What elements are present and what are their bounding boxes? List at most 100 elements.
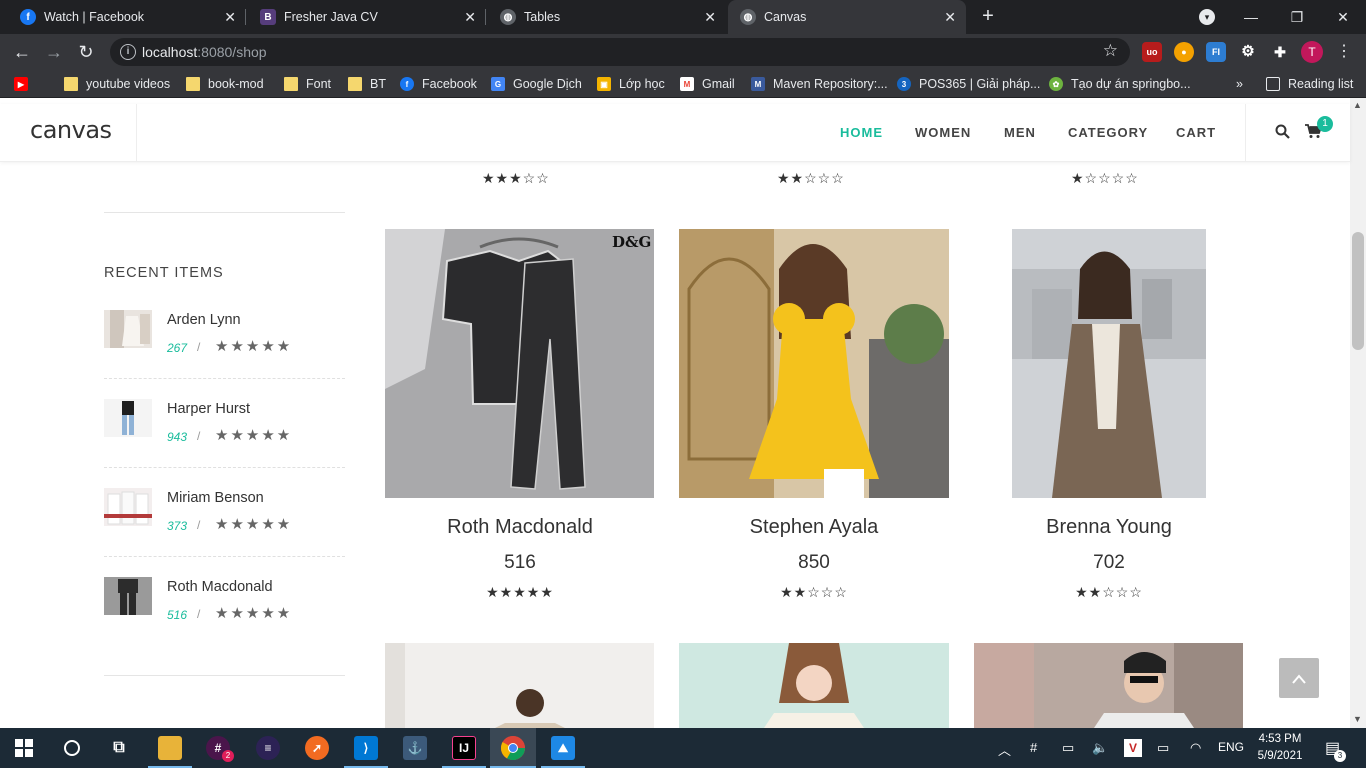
vscode-icon[interactable]: ⟩ <box>354 736 378 760</box>
product-name[interactable]: Brenna Young <box>974 516 1244 539</box>
scroll-to-top-button[interactable] <box>1279 658 1319 698</box>
search-icon[interactable] <box>1275 124 1290 143</box>
nav-men[interactable]: MEN <box>1004 125 1036 140</box>
mysql-workbench-icon[interactable]: ⚓ <box>403 736 427 760</box>
url-text[interactable]: localhost:8080/shop <box>142 44 267 60</box>
scroll-down-arrow[interactable]: ▼ <box>1353 714 1362 724</box>
chrome-icon[interactable] <box>501 736 525 760</box>
wifi-icon[interactable]: ◠ <box>1190 740 1201 756</box>
more-bookmarks[interactable]: » <box>1236 76 1243 92</box>
fi-extension-icon[interactable]: FI <box>1206 42 1226 62</box>
kebab-menu-icon[interactable]: ⋮ <box>1336 40 1352 64</box>
battery-icon[interactable]: ▭ <box>1157 740 1169 756</box>
nav-women[interactable]: WOMEN <box>915 125 971 140</box>
new-tab-button[interactable]: + <box>976 4 1000 28</box>
close-icon[interactable]: ✕ <box>464 9 476 26</box>
tab-tables[interactable]: ◍ Tables ✕ <box>488 0 726 34</box>
back-icon[interactable]: ← <box>10 40 34 64</box>
photos-icon[interactable]: ⛰ <box>551 736 575 760</box>
tab-search-icon[interactable]: ▾ <box>1199 9 1215 25</box>
tab-canvas[interactable]: ◍ Canvas ✕ <box>728 0 966 34</box>
restore-button[interactable]: ❐ <box>1274 0 1320 34</box>
rating-stars: ★★★★★ <box>215 427 293 444</box>
recent-item-thumbnail[interactable] <box>104 577 152 615</box>
recent-item[interactable]: Roth Macdonald 516 / ★★★★★ <box>104 577 345 657</box>
bookmark-google-dich[interactable]: G Google Dịch <box>491 76 582 92</box>
file-explorer-icon[interactable] <box>158 736 182 760</box>
meet-now-icon[interactable]: ▭ <box>1062 740 1074 756</box>
nav-category[interactable]: CATEGORY <box>1068 125 1148 140</box>
bookmark-maven[interactable]: M Maven Repository:... <box>751 76 888 92</box>
site-logo[interactable]: canvas <box>30 116 112 144</box>
close-icon[interactable]: ✕ <box>224 9 236 26</box>
bookmark-font[interactable]: Font <box>284 76 331 92</box>
close-window-button[interactable]: ✕ <box>1320 0 1366 34</box>
separator: / <box>197 607 201 621</box>
search-icon[interactable] <box>60 736 84 760</box>
nav-cart[interactable]: CART <box>1176 125 1216 140</box>
slack-tray-icon[interactable]: # <box>1030 740 1037 755</box>
intellij-icon[interactable]: IJ <box>452 736 476 760</box>
youtube-bookmark[interactable]: ▶ <box>14 76 36 92</box>
product-image[interactable] <box>679 643 949 728</box>
recent-item-thumbnail[interactable] <box>104 488 152 526</box>
reload-icon[interactable]: ↻ <box>74 40 98 64</box>
info-icon[interactable]: i <box>120 44 136 60</box>
product-image[interactable] <box>679 229 949 498</box>
close-icon[interactable]: ✕ <box>704 9 716 26</box>
close-icon[interactable]: ✕ <box>944 9 956 26</box>
recent-item-thumbnail[interactable] <box>104 310 152 348</box>
postman-icon[interactable]: ➚ <box>305 736 329 760</box>
recent-item-name[interactable]: Harper Hurst <box>167 401 250 417</box>
taskbar-clock[interactable]: 4:53 PM 5/9/2021 <box>1250 731 1310 765</box>
bookmark-label: book-mod <box>208 77 264 91</box>
product-name[interactable]: Roth Macdonald <box>385 516 655 539</box>
show-hidden-icons[interactable]: ︿ <box>998 740 1011 759</box>
product-name[interactable]: Stephen Ayala <box>679 516 949 539</box>
extension-icon[interactable]: ● <box>1174 42 1194 62</box>
bookmark-lop-hoc[interactable]: ▣ Lớp học <box>597 76 665 92</box>
windows-start-icon[interactable] <box>12 736 36 760</box>
bookmark-springboot[interactable]: ✿ Tạo dự án springbo... <box>1049 76 1191 92</box>
reading-list[interactable]: Reading list <box>1266 76 1353 92</box>
language-indicator[interactable]: ENG <box>1218 740 1244 754</box>
unikey-icon[interactable]: V <box>1124 739 1142 757</box>
recent-item-name[interactable]: Arden Lynn <box>167 312 241 328</box>
recent-item-price: 516 <box>167 608 188 622</box>
bookmark-book-mod[interactable]: book-mod <box>186 76 264 92</box>
product-image[interactable] <box>1012 229 1206 498</box>
nav-home[interactable]: HOME <box>840 125 883 140</box>
bookmark-facebook[interactable]: f Facebook <box>400 76 477 92</box>
tab-fresher-java-cv[interactable]: B Fresher Java CV ✕ <box>248 0 486 34</box>
product-image[interactable]: D&G <box>385 229 654 498</box>
task-view-icon[interactable]: ⧉ <box>107 736 131 760</box>
page-scrollbar[interactable]: ▲ ▼ <box>1350 98 1366 728</box>
bookmark-gmail[interactable]: M Gmail <box>680 76 735 92</box>
url-host: localhost <box>142 44 198 60</box>
bookmark-pos365[interactable]: 3 POS365 | Giải pháp... <box>897 76 1040 92</box>
divider <box>104 675 345 676</box>
bookmark-youtube-videos[interactable]: youtube videos <box>64 76 170 92</box>
scrollbar-thumb[interactable] <box>1352 232 1364 350</box>
settings-gear-icon[interactable]: ⚙ <box>1238 42 1258 62</box>
eclipse-icon[interactable]: ≡ <box>256 736 280 760</box>
profile-avatar[interactable]: T <box>1301 41 1323 63</box>
tab-watch-facebook[interactable]: f Watch | Facebook ✕ <box>8 0 246 34</box>
minimize-button[interactable]: — <box>1228 0 1274 34</box>
bookmark-star-icon[interactable]: ☆ <box>1103 41 1118 61</box>
scroll-up-arrow[interactable]: ▲ <box>1353 100 1362 110</box>
forward-icon[interactable]: → <box>42 40 66 64</box>
recent-item-name[interactable]: Miriam Benson <box>167 490 264 506</box>
recent-item-name[interactable]: Roth Macdonald <box>167 579 273 595</box>
puzzle-extensions-icon[interactable]: ✚ <box>1270 42 1290 62</box>
product-image[interactable] <box>385 643 654 728</box>
address-bar[interactable]: i localhost:8080/shop ☆ <box>110 38 1130 66</box>
youtube-icon: ▶ <box>14 77 28 91</box>
spring-icon: ✿ <box>1049 77 1063 91</box>
ublock-extension-icon[interactable]: uo <box>1142 42 1162 62</box>
volume-icon[interactable]: 🔈 <box>1092 740 1108 756</box>
product-image[interactable] <box>974 643 1243 728</box>
bookmark-bt[interactable]: BT <box>348 76 386 92</box>
recent-item-thumbnail[interactable] <box>104 399 152 437</box>
divider <box>104 212 345 213</box>
